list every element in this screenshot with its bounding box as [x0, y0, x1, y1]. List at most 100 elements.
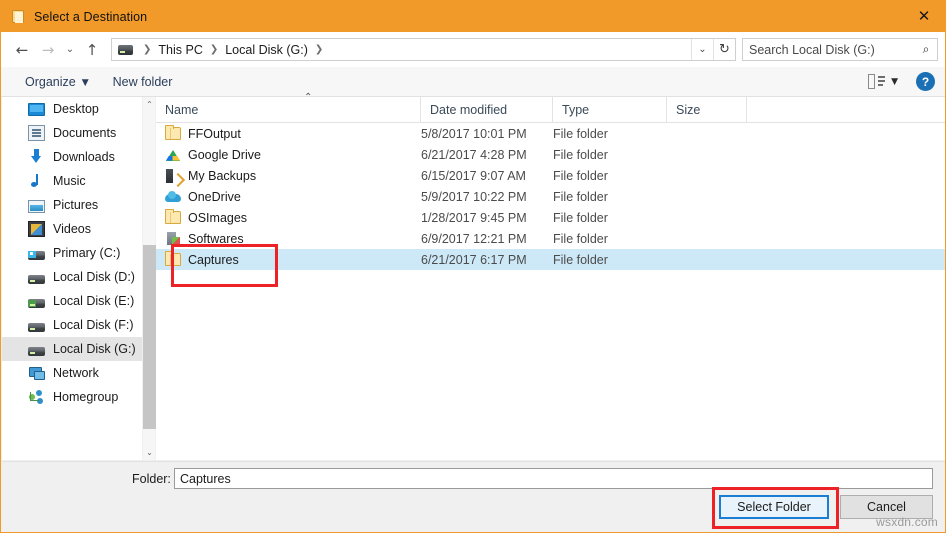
scrollbar-thumb[interactable]	[143, 245, 156, 429]
column-header-name-label: Name	[165, 102, 199, 117]
table-row[interactable]: OneDrive 5/9/2017 10:22 PM File folder	[156, 186, 945, 207]
sidebar-item-label: Homegroup	[53, 390, 119, 404]
folder-icon	[165, 251, 181, 266]
search-input[interactable]	[743, 41, 915, 58]
this-pc-icon	[118, 44, 133, 55]
file-date-cell: 6/9/2017 12:21 PM	[421, 231, 527, 246]
pictures-icon	[28, 199, 45, 213]
new-folder-button[interactable]: New folder	[105, 71, 181, 93]
column-header-type[interactable]: Type	[553, 96, 667, 123]
select-destination-dialog: Select a Destination ✕ ← → ⌄ ↑ ❯ This PC…	[0, 0, 946, 533]
file-name-label: Captures	[188, 252, 239, 267]
sidebar-item-videos[interactable]: Videos	[2, 217, 154, 241]
sidebar-item-local-disk-f[interactable]: Local Disk (F:)	[2, 313, 154, 337]
folder-input[interactable]	[174, 468, 933, 489]
sidebar-item-downloads[interactable]: Downloads	[2, 145, 154, 169]
file-type-cell: File folder	[553, 147, 608, 162]
sidebar-item-local-disk-e[interactable]: Local Disk (E:)	[2, 289, 154, 313]
search-icon[interactable]: ⌕	[915, 42, 937, 57]
scroll-down-icon[interactable]: ⌄	[143, 445, 156, 460]
navigation-pane: Desktop Documents Downloads Music Pictures Vi…	[2, 97, 154, 460]
sidebar-item-homegroup[interactable]: Homegroup	[2, 385, 154, 409]
file-name-cell: FFOutput	[156, 125, 421, 141]
table-row[interactable]: FFOutput 5/8/2017 10:01 PM File folder	[156, 123, 945, 144]
column-header-date-modified[interactable]: Date modified	[421, 96, 553, 123]
breadcrumb-separator: ❯	[143, 44, 152, 55]
sidebar-item-label: Local Disk (G:)	[53, 342, 136, 356]
close-icon[interactable]: ✕	[901, 1, 945, 32]
sidebar-item-label: Desktop	[53, 102, 99, 116]
refresh-icon[interactable]: ↻	[713, 39, 735, 60]
search-box[interactable]: ⌕	[742, 38, 938, 61]
file-type-cell: File folder	[553, 210, 608, 225]
column-header-name[interactable]: Name ⌃	[156, 92, 421, 123]
folder-icon	[165, 209, 181, 224]
videos-icon	[28, 221, 45, 237]
sidebar-item-primary-c[interactable]: Primary (C:)	[2, 241, 154, 265]
breadcrumb-crumbs: ❯ This PC ❯ Local Disk (G:) ❯	[112, 43, 691, 57]
sidebar-item-label: Videos	[53, 222, 91, 236]
file-type-cell: File folder	[553, 168, 608, 183]
select-folder-button[interactable]: Select Folder	[719, 495, 829, 519]
file-name-label: OSImages	[188, 210, 248, 225]
file-name-label: My Backups	[188, 168, 257, 183]
file-type-cell: File folder	[553, 126, 608, 141]
help-icon[interactable]: ?	[916, 72, 935, 91]
homegroup-icon	[28, 389, 45, 405]
sidebar-item-music[interactable]: Music	[2, 169, 154, 193]
table-row[interactable]: OSImages 1/28/2017 9:45 PM File folder	[156, 207, 945, 228]
scroll-up-icon[interactable]: ⌃	[143, 97, 156, 112]
back-icon[interactable]: ←	[9, 37, 35, 63]
sidebar-item-label: Local Disk (F:)	[53, 318, 134, 332]
table-row[interactable]: Softwares 6/9/2017 12:21 PM File folder	[156, 228, 945, 249]
folder-icon	[165, 125, 181, 140]
file-date-cell: 5/9/2017 10:22 PM	[421, 189, 527, 204]
file-date-cell: 1/28/2017 9:45 PM	[421, 210, 527, 225]
folder-icon	[12, 9, 25, 24]
column-headers: Name ⌃ Date modified Type Size	[156, 92, 945, 123]
forward-icon[interactable]: →	[35, 37, 61, 63]
file-name-cell: OneDrive	[156, 190, 421, 204]
table-row[interactable]: Captures 6/21/2017 6:17 PM File folder	[156, 249, 945, 270]
music-icon	[28, 173, 45, 189]
table-row[interactable]: Google Drive 6/21/2017 4:28 PM File folder	[156, 144, 945, 165]
onedrive-icon	[165, 190, 181, 204]
table-row[interactable]: My Backups 6/15/2017 9:07 AM File folder	[156, 165, 945, 186]
file-name-cell: Captures	[156, 251, 421, 267]
new-folder-label: New folder	[112, 74, 173, 89]
recent-locations-icon[interactable]: ⌄	[61, 37, 79, 63]
sidebar-item-local-disk-d[interactable]: Local Disk (D:)	[2, 265, 154, 289]
softwares-icon	[165, 231, 181, 246]
sidebar-item-desktop[interactable]: Desktop	[2, 97, 154, 121]
navigation-scrollbar[interactable]: ⌃ ⌄	[142, 97, 156, 460]
sidebar-item-documents[interactable]: Documents	[2, 121, 154, 145]
breadcrumb[interactable]: ❯ This PC ❯ Local Disk (G:) ❯ ⌄ ↻	[111, 38, 736, 61]
file-list: Name ⌃ Date modified Type Size FFOutput 5…	[156, 92, 945, 460]
file-date-cell: 6/15/2017 9:07 AM	[421, 168, 526, 183]
chevron-down-icon: ▼	[81, 77, 89, 88]
documents-icon	[28, 125, 45, 141]
sidebar-item-network[interactable]: Network	[2, 361, 154, 385]
drive-icon	[28, 346, 45, 356]
file-name-cell: My Backups	[156, 168, 421, 183]
organize-button[interactable]: Organize ▼	[17, 71, 97, 93]
breadcrumb-separator: ❯	[314, 44, 324, 55]
chevron-down-icon[interactable]: ▼	[891, 77, 898, 87]
view-mode-icon[interactable]	[868, 74, 886, 89]
chevron-down-icon[interactable]: ⌄	[691, 39, 713, 60]
drive-icon	[28, 298, 45, 308]
file-name-label: OneDrive	[188, 189, 241, 204]
sort-ascending-icon: ⌃	[304, 91, 313, 103]
sidebar-item-label: Network	[53, 366, 99, 380]
sidebar-item-pictures[interactable]: Pictures	[2, 193, 154, 217]
up-icon[interactable]: ↑	[79, 37, 105, 63]
breadcrumb-item-local-disk-g[interactable]: Local Disk (G:)	[225, 43, 308, 57]
sidebar-item-local-disk-g[interactable]: Local Disk (G:)	[2, 337, 154, 361]
file-name-label: Softwares	[188, 231, 244, 246]
sidebar-item-label: Pictures	[53, 198, 99, 212]
breadcrumb-item-this-pc[interactable]: This PC	[158, 43, 202, 57]
breadcrumb-separator: ❯	[209, 44, 219, 55]
desktop-icon	[28, 103, 45, 116]
sidebar-item-label: Local Disk (E:)	[53, 294, 135, 308]
column-header-size[interactable]: Size	[667, 96, 747, 123]
